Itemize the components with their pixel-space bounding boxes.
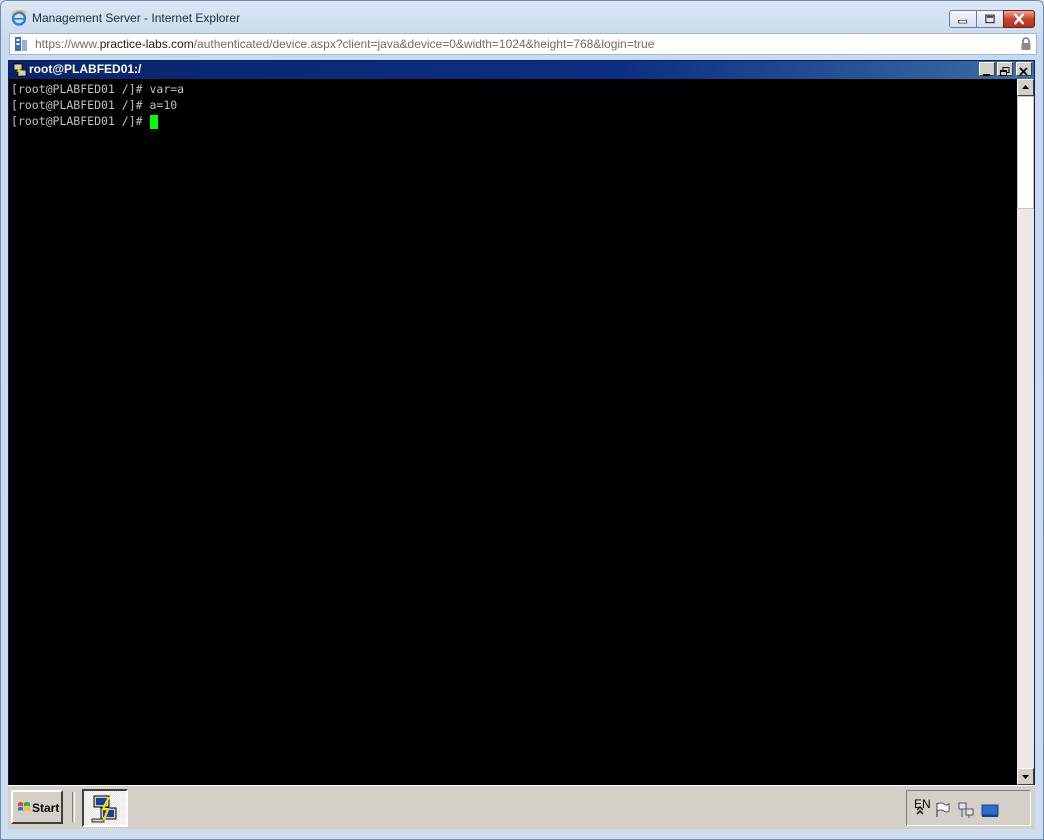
terminal-titlebar[interactable]: root@PLABFED01:/ <box>9 61 1034 79</box>
terminal-prompt: [root@PLABFED01 /]# <box>11 114 143 128</box>
page-icon <box>15 37 27 51</box>
taskbar-app-putty[interactable] <box>82 789 128 827</box>
scroll-down-button[interactable] <box>1017 768 1034 785</box>
putty-icon <box>91 795 117 823</box>
remote-taskbar: Start EN <box>8 785 1035 829</box>
scroll-thumb[interactable] <box>1017 96 1034 209</box>
terminal-window: root@PLABFED01:/ [root@PLABFED01 /]# var… <box>8 60 1035 785</box>
terminal-close-button[interactable] <box>1016 62 1032 76</box>
start-button[interactable]: Start <box>11 790 63 824</box>
close-icon <box>1019 67 1028 76</box>
url-scheme: https://www. <box>35 37 100 51</box>
browser-titlebar[interactable]: Management Server - Internet Explorer <box>1 1 1043 33</box>
terminal-window-controls <box>977 62 1032 76</box>
browser-title: Management Server - Internet Explorer <box>32 11 241 25</box>
arrow-up-icon <box>1022 85 1029 89</box>
arrow-down-icon <box>1022 775 1029 779</box>
taskbar-divider <box>72 792 75 822</box>
ie-logo-icon <box>11 10 27 26</box>
terminal-line: [root@PLABFED01 /]# a=10 <box>11 98 178 112</box>
url-text[interactable]: https://www.practice-labs.com/authentica… <box>35 37 654 51</box>
lock-icon[interactable] <box>1020 37 1032 51</box>
close-button[interactable] <box>1003 10 1035 28</box>
close-icon <box>1014 13 1024 25</box>
display-icon[interactable] <box>981 801 999 819</box>
terminal-title: root@PLABFED01:/ <box>29 62 142 76</box>
terminal-cursor <box>149 114 158 129</box>
restore-icon <box>1000 67 1010 76</box>
minimize-icon <box>983 74 990 76</box>
url-host: practice-labs.com <box>99 37 194 51</box>
url-path: /authenticated/device.aspx?client=java&d… <box>193 37 655 51</box>
minimize-button[interactable] <box>949 10 977 28</box>
system-tray <box>906 790 1031 826</box>
putty-icon <box>13 63 27 77</box>
minimize-icon <box>957 19 968 24</box>
chevron-up-icon[interactable] <box>911 801 929 819</box>
start-label: Start <box>32 801 60 815</box>
terminal-minimize-button[interactable] <box>979 62 995 76</box>
flag-icon[interactable] <box>933 801 951 819</box>
maximize-button[interactable] <box>976 10 1004 28</box>
network-icon[interactable] <box>957 801 975 819</box>
terminal-prompt-line: [root@PLABFED01 /]# <box>11 113 1017 129</box>
terminal-restore-button[interactable] <box>997 62 1013 76</box>
window-controls <box>949 10 1035 28</box>
maximize-icon <box>985 14 995 24</box>
address-bar[interactable]: https://www.practice-labs.com/authentica… <box>9 33 1037 55</box>
scroll-up-button[interactable] <box>1017 79 1034 96</box>
terminal-scrollbar[interactable] <box>1017 79 1034 785</box>
windows-flag-icon <box>18 802 30 811</box>
terminal-screen[interactable]: [root@PLABFED01 /]# var=a [root@PLABFED0… <box>9 79 1017 785</box>
terminal-line: [root@PLABFED01 /]# var=a <box>11 82 185 96</box>
